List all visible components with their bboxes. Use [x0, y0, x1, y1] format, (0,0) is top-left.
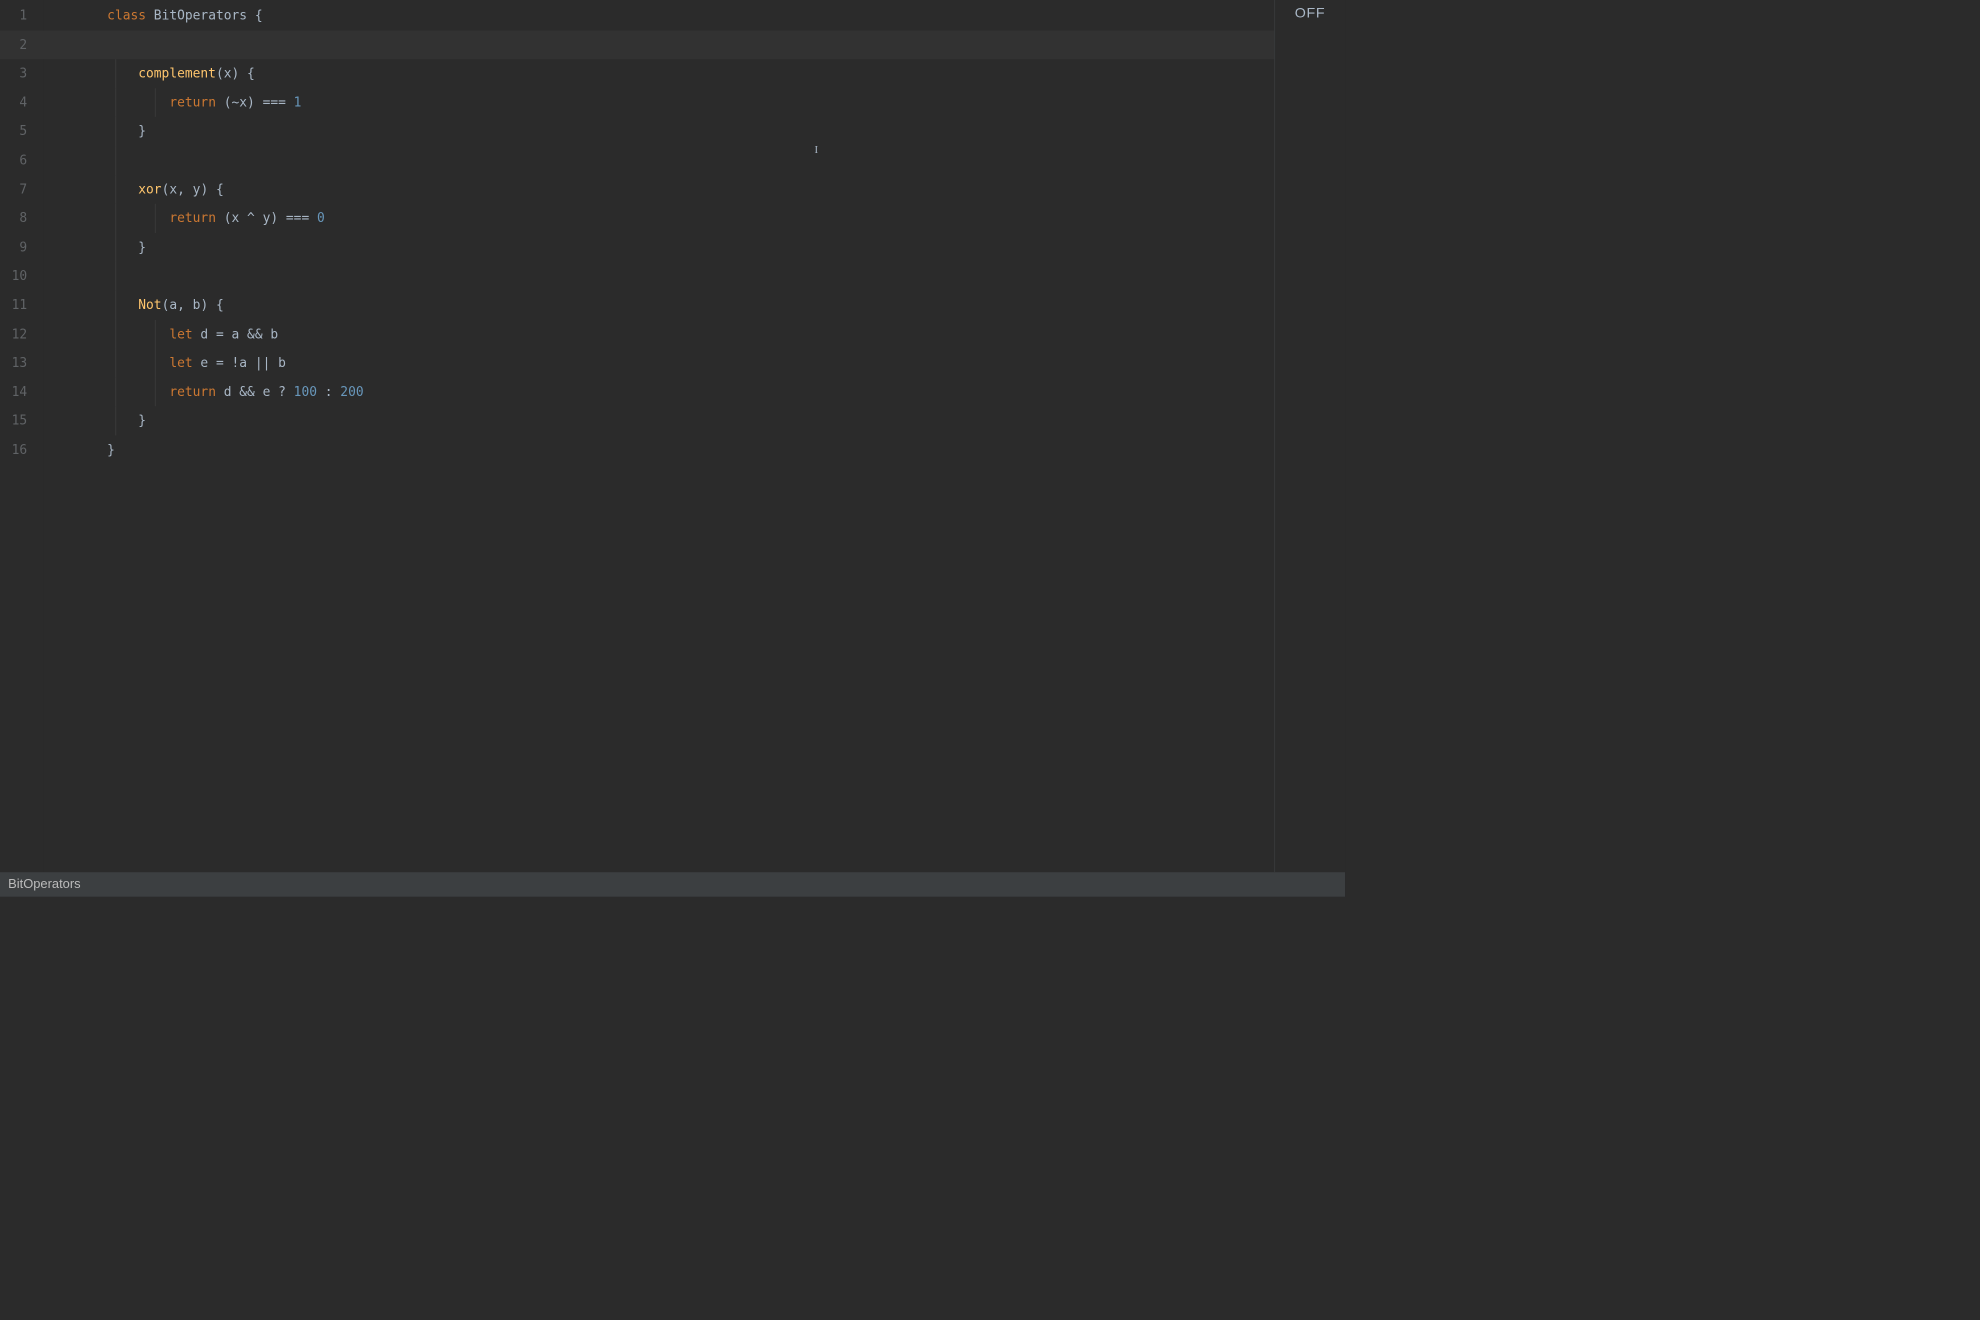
code-token: ) {	[200, 182, 223, 197]
code-line[interactable]	[43, 262, 1274, 291]
line-number: 15	[0, 406, 43, 435]
line-number: 1	[0, 1, 43, 30]
code-token: (x ^ y) ===	[224, 211, 317, 226]
toggle-label[interactable]: OFF	[1275, 5, 1345, 21]
code-token: ,	[177, 182, 193, 197]
right-sidebar: OFF	[1274, 0, 1345, 872]
code-token: return	[169, 384, 223, 399]
code-line[interactable]: return (x ^ y) === 0	[43, 204, 1274, 233]
line-number: 2	[0, 30, 43, 59]
code-token: 1	[294, 95, 302, 110]
line-number: 9	[0, 233, 43, 262]
line-number: 7	[0, 175, 43, 204]
code-token: xor	[138, 182, 161, 197]
code-token: a	[169, 297, 177, 312]
code-token: d = a && b	[200, 326, 278, 341]
code-line[interactable]: Not(a, b) {	[43, 291, 1274, 320]
code-token: x	[224, 66, 232, 81]
code-line[interactable]: class BitOperators {	[43, 1, 1274, 30]
code-token: 0	[317, 211, 325, 226]
code-token: BitOperators	[154, 8, 255, 23]
code-token: e = !a || b	[200, 355, 285, 370]
line-number-gutter: 12345678910111213141516	[0, 0, 43, 872]
code-line[interactable]	[43, 146, 1274, 175]
line-number: 5	[0, 117, 43, 146]
code-line[interactable]: return d && e ? 100 : 200	[43, 377, 1274, 406]
code-token: }	[138, 124, 146, 139]
status-bar: BitOperators	[0, 872, 1345, 896]
code-line[interactable]: let e = !a || b	[43, 349, 1274, 378]
code-line[interactable]	[43, 30, 1274, 59]
line-number: 16	[0, 435, 43, 464]
line-number: 14	[0, 377, 43, 406]
line-number: 12	[0, 320, 43, 349]
code-token: complement	[138, 66, 216, 81]
code-token: }	[107, 442, 115, 457]
code-token: x	[169, 182, 177, 197]
code-token: class	[107, 8, 154, 23]
line-number: 11	[0, 291, 43, 320]
code-token: b	[193, 297, 201, 312]
line-number: 10	[0, 262, 43, 291]
code-token: let	[169, 355, 200, 370]
code-token: ,	[177, 297, 193, 312]
code-line[interactable]: }	[43, 435, 1274, 464]
line-number: 13	[0, 349, 43, 378]
breadcrumb-context[interactable]: BitOperators	[8, 877, 80, 891]
code-token: :	[317, 384, 340, 399]
code-editor[interactable]: I class BitOperators { complement(x) { r…	[43, 0, 1274, 872]
code-token: Not	[138, 297, 161, 312]
code-line[interactable]: }	[43, 233, 1274, 262]
code-line[interactable]: }	[43, 406, 1274, 435]
line-number: 4	[0, 88, 43, 117]
code-token: ) {	[200, 297, 223, 312]
code-line[interactable]: complement(x) {	[43, 59, 1274, 88]
code-token: }	[138, 240, 146, 255]
editor-container: 12345678910111213141516 I class BitOpera…	[0, 0, 1345, 872]
code-token: d && e ?	[224, 384, 294, 399]
code-token: 100	[294, 384, 317, 399]
code-token: return	[169, 95, 223, 110]
code-token: let	[169, 326, 200, 341]
code-token: y	[193, 182, 201, 197]
code-line[interactable]: xor(x, y) {	[43, 175, 1274, 204]
code-line[interactable]: }	[43, 117, 1274, 146]
line-number: 8	[0, 204, 43, 233]
code-token: (~x) ===	[224, 95, 294, 110]
code-line[interactable]: return (~x) === 1	[43, 88, 1274, 117]
line-number: 6	[0, 146, 43, 175]
code-token: ) {	[232, 66, 255, 81]
code-token: return	[169, 211, 223, 226]
code-token: {	[255, 8, 263, 23]
line-number: 3	[0, 59, 43, 88]
code-token: 200	[340, 384, 363, 399]
code-token: }	[138, 413, 146, 428]
code-line[interactable]: let d = a && b	[43, 320, 1274, 349]
